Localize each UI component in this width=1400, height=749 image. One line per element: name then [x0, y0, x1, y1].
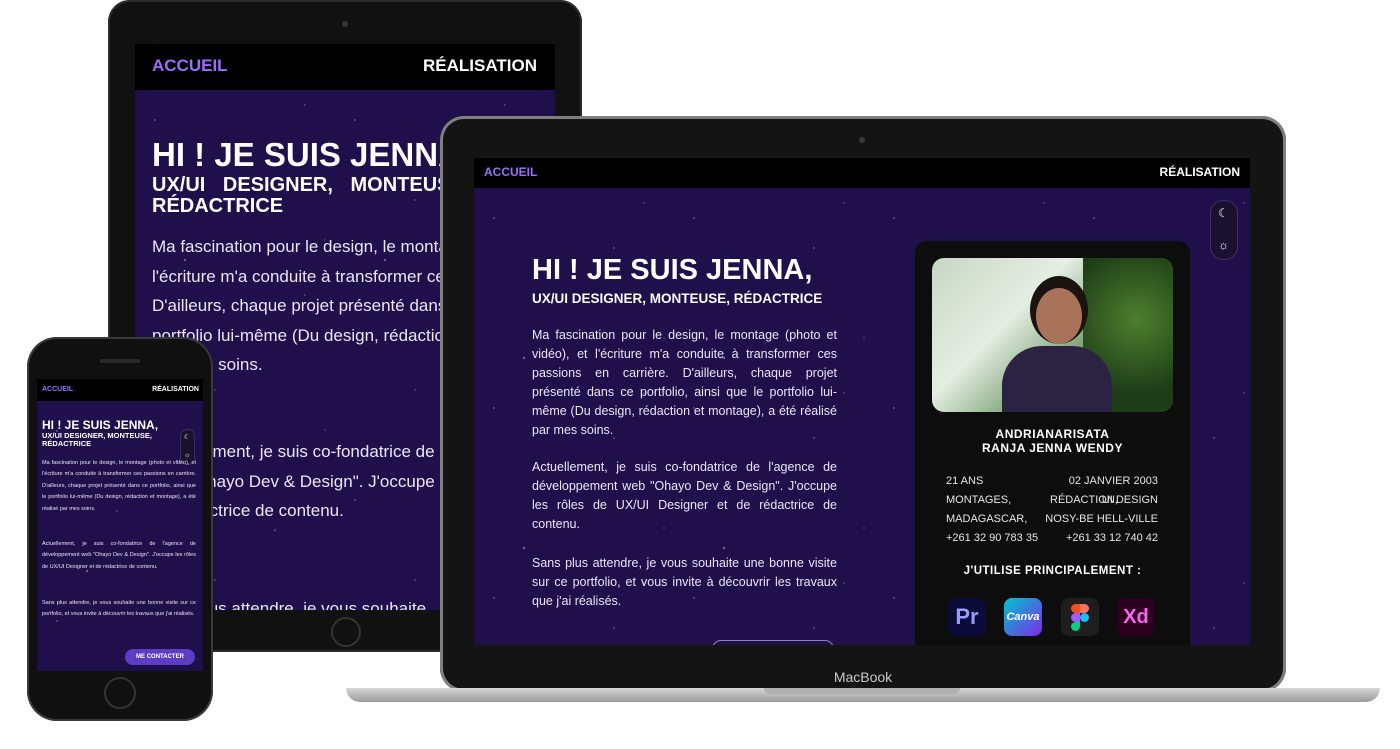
figma-shape-3: [1071, 613, 1080, 622]
nav-realisation-link[interactable]: RÉALISATION: [1160, 165, 1240, 179]
tablet-home-button: [331, 617, 361, 647]
hero-title: HI ! JE SUIS JENNA,: [42, 418, 159, 432]
phone-hero: HI ! JE SUIS JENNA, UX/UI DESIGNER, MONT…: [37, 401, 203, 671]
hero-paragraph-1: Ma fascination pour le design, le montag…: [42, 460, 196, 512]
profile-card: ANDRIANARISATA RANJA JENNA WENDY 21 ANS …: [915, 241, 1190, 645]
nav-realisation-link[interactable]: RÉALISATION: [152, 386, 199, 393]
profile-city: NOSY-BE HELL-VILLE: [1045, 513, 1158, 525]
sun-icon: ☼: [1218, 238, 1229, 252]
phone-screen: ACCUEIL RÉALISATION HI ! JE SUIS JENNA, …: [37, 379, 203, 671]
contact-button[interactable]: ME CONTACTER: [125, 649, 195, 665]
profile-phone-2: +261 33 12 740 42: [1065, 532, 1158, 544]
nav-accueil-link[interactable]: ACCUEIL: [484, 165, 537, 179]
profile-row-age: 21 ANS 02 JANVIER 2003: [946, 475, 1158, 487]
hero-subtitle: UX/UI DESIGNER, MONTEUSE, RÉDACTRICE: [532, 291, 823, 306]
photo-portrait: [1036, 288, 1082, 344]
adobe-xd-icon: Xd: [1117, 598, 1155, 636]
figma-shape-4: [1080, 613, 1089, 622]
nav-accueil-link[interactable]: ACCUEIL: [152, 56, 228, 76]
profile-name-line2: RANJA JENNA WENDY: [982, 441, 1123, 455]
profile-birthdate: 02 JANVIER 2003: [1068, 475, 1158, 487]
hero-paragraph-3: Sans plus attendre, je vous souhaite une…: [532, 556, 837, 608]
profile-skill-1: MONTAGES,: [946, 494, 1012, 506]
hero-subtitle: UX/UI DESIGNER, MONTEUSE, RÉDACTRICE: [42, 431, 153, 448]
figma-shape-2: [1080, 604, 1089, 613]
figma-shape-5: [1071, 622, 1080, 631]
theme-toggle[interactable]: ☾ ☼: [1210, 200, 1238, 260]
laptop-hero: HI ! JE SUIS JENNA, UX/UI DESIGNER, MONT…: [474, 188, 1250, 645]
figma-icon: [1061, 598, 1099, 636]
profile-row-phones: +261 32 90 783 35 +261 33 12 740 42: [946, 532, 1158, 544]
phone-navbar: ACCUEIL RÉALISATION: [37, 379, 203, 401]
hero-paragraph-3: Sans plus attendre, je vous souhaite une…: [42, 600, 196, 618]
moon-icon: ☾: [1218, 206, 1229, 220]
profile-row-skills: MONTAGES, RÉDACTION, UI DESIGN: [946, 494, 1158, 506]
tools-heading: J'UTILISE PRINCIPALEMENT :: [963, 565, 1142, 577]
profile-country: MADAGASCAR,: [946, 513, 1028, 525]
profile-photo: [932, 258, 1173, 412]
phone-home-button: [104, 677, 136, 709]
laptop-brand-label: MacBook: [833, 669, 893, 685]
laptop-camera: [859, 137, 865, 143]
hero-title: HI ! JE SUIS JENNA,: [532, 254, 813, 286]
tablet-navbar: ACCUEIL RÉALISATION: [135, 44, 555, 90]
phone-speaker: [100, 359, 140, 363]
laptop-screen: ACCUEIL RÉALISATION HI ! JE SUIS JENNA, …: [474, 158, 1250, 645]
hero-paragraph-1: Ma fascination pour le design, le montag…: [532, 328, 837, 437]
laptop-notch: [764, 688, 960, 694]
nav-accueil-link[interactable]: ACCUEIL: [42, 386, 73, 393]
figma-shape-1: [1071, 604, 1080, 613]
hero-paragraph-2: Actuellement, je suis co-fondatrice de l…: [532, 460, 837, 531]
contact-button[interactable]: [712, 640, 834, 645]
moon-icon: ☾: [184, 434, 191, 441]
photo-body: [1002, 346, 1112, 412]
profile-phone-1: +261 32 90 783 35: [946, 532, 1039, 544]
profile-skill-3: UI DESIGN: [1101, 494, 1158, 506]
profile-name-line1: ANDRIANARISATA: [995, 427, 1110, 441]
profile-age: 21 ANS: [946, 475, 984, 487]
nav-realisation-link[interactable]: RÉALISATION: [423, 56, 537, 76]
premiere-pro-icon: Pr: [948, 598, 986, 636]
hero-paragraph-2: Actuellement, je suis co-fondatrice de l…: [42, 541, 196, 570]
hero-title: HI ! JE SUIS JENNA,: [152, 136, 472, 173]
canva-icon: Canva: [1004, 598, 1042, 636]
phone-device: ACCUEIL RÉALISATION HI ! JE SUIS JENNA, …: [27, 337, 213, 721]
laptop-base: [346, 688, 1380, 702]
tablet-camera: [342, 21, 348, 27]
laptop-navbar: ACCUEIL RÉALISATION: [474, 158, 1250, 188]
profile-row-location: MADAGASCAR, NOSY-BE HELL-VILLE: [946, 513, 1158, 525]
